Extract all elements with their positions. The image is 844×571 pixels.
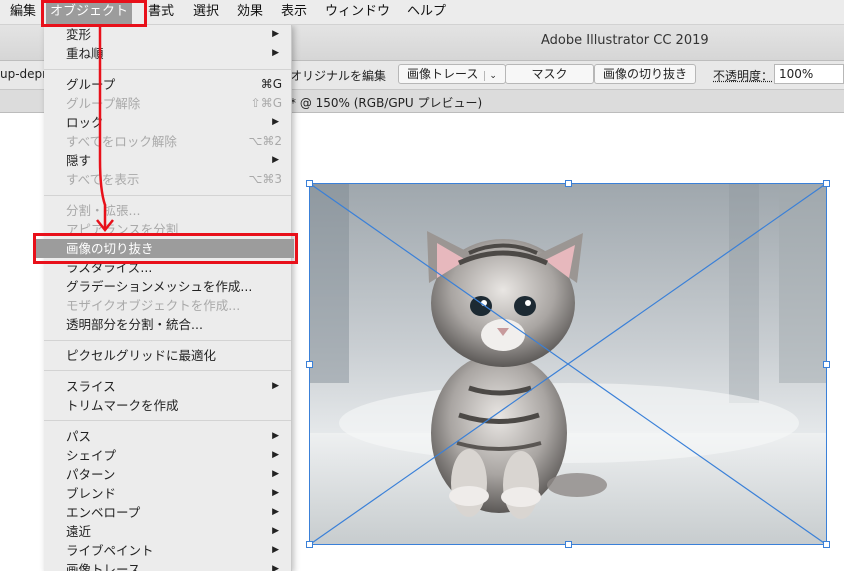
menu-item-image-trace[interactable]: 画像トレース ▶ [44, 560, 291, 571]
chevron-down-icon[interactable]: ⌄ [484, 71, 497, 81]
chevron-right-icon: ▶ [272, 155, 279, 165]
annotation-highlight-object-menu [41, 0, 147, 27]
menu-item-live-paint[interactable]: ライブペイント ▶ [44, 541, 291, 560]
menu-item-pixel-grid[interactable]: ピクセルグリッドに最適化 [44, 346, 291, 365]
menu-item-expand[interactable]: 分割・拡張... [44, 201, 291, 220]
chevron-right-icon: ▶ [272, 564, 279, 571]
menu-separator [44, 195, 291, 196]
document-tab[interactable]: * @ 150% (RGB/GPU プレビュー) [290, 94, 482, 111]
window-title: Adobe Illustrator CC 2019 [541, 33, 709, 48]
chevron-right-icon: ▶ [272, 526, 279, 536]
image-trace-button[interactable]: 画像トレース ⌄ [398, 64, 506, 84]
menu-item-label: エンベロープ [66, 505, 141, 520]
annotation-highlight-crop-image [33, 233, 298, 264]
menu-item-label: 遠近 [66, 524, 92, 539]
resize-handle-top-left[interactable] [306, 180, 313, 187]
menu-item-label: パターン [66, 467, 116, 482]
menu-effect[interactable]: 効果 [237, 0, 263, 24]
menu-item-show-all[interactable]: すべてを表示 ⌥⌘3 [44, 170, 291, 189]
menu-type[interactable]: 書式 [148, 0, 174, 24]
menu-item-shortcut: ⌘G [260, 77, 282, 91]
menu-item-unlock-all[interactable]: すべてをロック解除 ⌥⌘2 [44, 132, 291, 151]
menu-item-slice[interactable]: スライス ▶ [44, 377, 291, 396]
opacity-input[interactable]: 100% [774, 64, 844, 84]
menu-item-gradient-mesh[interactable]: グラデーションメッシュを作成... [44, 277, 291, 296]
menu-item-label: 変形 [66, 27, 92, 42]
selection-bounding-box[interactable] [306, 180, 830, 548]
resize-handle-top-right[interactable] [823, 180, 830, 187]
chevron-right-icon: ▶ [272, 431, 279, 441]
menu-separator [44, 420, 291, 421]
menu-item-label: シェイプ [66, 448, 117, 463]
chevron-right-icon: ▶ [272, 507, 279, 517]
menu-item-label: グループ [66, 77, 116, 92]
chevron-right-icon: ▶ [272, 117, 279, 127]
chevron-right-icon: ▶ [272, 469, 279, 479]
menu-item-shortcut: ⌥⌘2 [248, 134, 282, 148]
mask-button[interactable]: マスク [505, 64, 594, 84]
menu-item-label: トリムマークを作成 [66, 398, 179, 413]
menu-item-perspective[interactable]: 遠近 ▶ [44, 522, 291, 541]
menu-help[interactable]: ヘルプ [407, 0, 446, 24]
resize-handle-top[interactable] [565, 180, 572, 187]
menu-item-group[interactable]: グループ ⌘G [44, 75, 291, 94]
crop-image-button[interactable]: 画像の切り抜き [594, 64, 697, 84]
menu-item-shape[interactable]: シェイプ ▶ [44, 446, 291, 465]
chevron-right-icon: ▶ [272, 450, 279, 460]
menu-item-label: ロック [66, 115, 104, 130]
chevron-right-icon: ▶ [272, 29, 279, 39]
menu-item-label: グループ解除 [66, 96, 141, 111]
menu-item-label: スライス [66, 379, 116, 394]
menu-item-flatten-transparency[interactable]: 透明部分を分割・統合... [44, 315, 291, 334]
menu-item-label: モザイクオブジェクトを作成... [66, 298, 241, 313]
edit-original-button[interactable]: オリジナルを編集 [290, 67, 386, 84]
resize-handle-left[interactable] [306, 361, 313, 368]
menu-select[interactable]: 選択 [193, 0, 219, 24]
menu-item-label: 重ね順 [66, 46, 104, 61]
menu-item-label: すべてをロック解除 [66, 134, 177, 149]
menu-item-arrange[interactable]: 重ね順 ▶ [44, 44, 291, 63]
menu-separator [44, 340, 291, 341]
menu-item-label: 分割・拡張... [66, 203, 141, 218]
opacity-label[interactable]: 不透明度： [713, 67, 773, 84]
menu-item-transform[interactable]: 変形 ▶ [44, 25, 291, 44]
menu-item-shortcut: ⌥⌘3 [248, 172, 282, 186]
menu-item-blend[interactable]: ブレンド ▶ [44, 484, 291, 503]
image-trace-label: 画像トレース [407, 67, 479, 81]
menu-item-pattern[interactable]: パターン ▶ [44, 465, 291, 484]
linked-file-name[interactable]: up-depr [0, 67, 47, 81]
menu-item-label: ブレンド [66, 486, 117, 501]
resize-handle-bottom-left[interactable] [306, 541, 313, 548]
resize-handle-bottom[interactable] [565, 541, 572, 548]
menu-item-ungroup[interactable]: グループ解除 ⇧⌘G [44, 94, 291, 113]
menu-item-shortcut: ⇧⌘G [250, 96, 282, 110]
menu-item-trim-marks[interactable]: トリムマークを作成 [44, 396, 291, 415]
menu-separator [44, 69, 291, 70]
menu-view[interactable]: 表示 [281, 0, 307, 24]
menu-item-hide[interactable]: 隠す ▶ [44, 151, 291, 170]
menu-item-label: 透明部分を分割・統合... [66, 317, 203, 332]
menu-window[interactable]: ウィンドウ [325, 0, 390, 24]
chevron-right-icon: ▶ [272, 381, 279, 391]
menu-item-label: 隠す [66, 153, 92, 168]
menu-item-label: 画像トレース [66, 562, 141, 571]
menu-edit[interactable]: 編集 [10, 0, 36, 24]
menu-separator [44, 370, 291, 371]
chevron-right-icon: ▶ [272, 545, 279, 555]
resize-handle-bottom-right[interactable] [823, 541, 830, 548]
selection-outline [309, 183, 827, 545]
chevron-right-icon: ▶ [272, 488, 279, 498]
menu-item-lock[interactable]: ロック ▶ [44, 113, 291, 132]
menu-item-label: ピクセルグリッドに最適化 [66, 348, 217, 363]
menu-item-path[interactable]: パス ▶ [44, 427, 291, 446]
object-menu-dropdown: 変形 ▶ 重ね順 ▶ グループ ⌘G グループ解除 ⇧⌘G ロック ▶ すべてを… [35, 24, 294, 571]
menu-item-envelope[interactable]: エンベロープ ▶ [44, 503, 291, 522]
chevron-right-icon: ▶ [272, 48, 279, 58]
menu-item-label: すべてを表示 [66, 172, 140, 187]
menu-item-mosaic[interactable]: モザイクオブジェクトを作成... [44, 296, 291, 315]
menu-item-label: ライブペイント [66, 543, 154, 558]
menu-item-label: グラデーションメッシュを作成... [66, 279, 253, 294]
resize-handle-right[interactable] [823, 361, 830, 368]
menu-item-label: パス [66, 429, 92, 444]
